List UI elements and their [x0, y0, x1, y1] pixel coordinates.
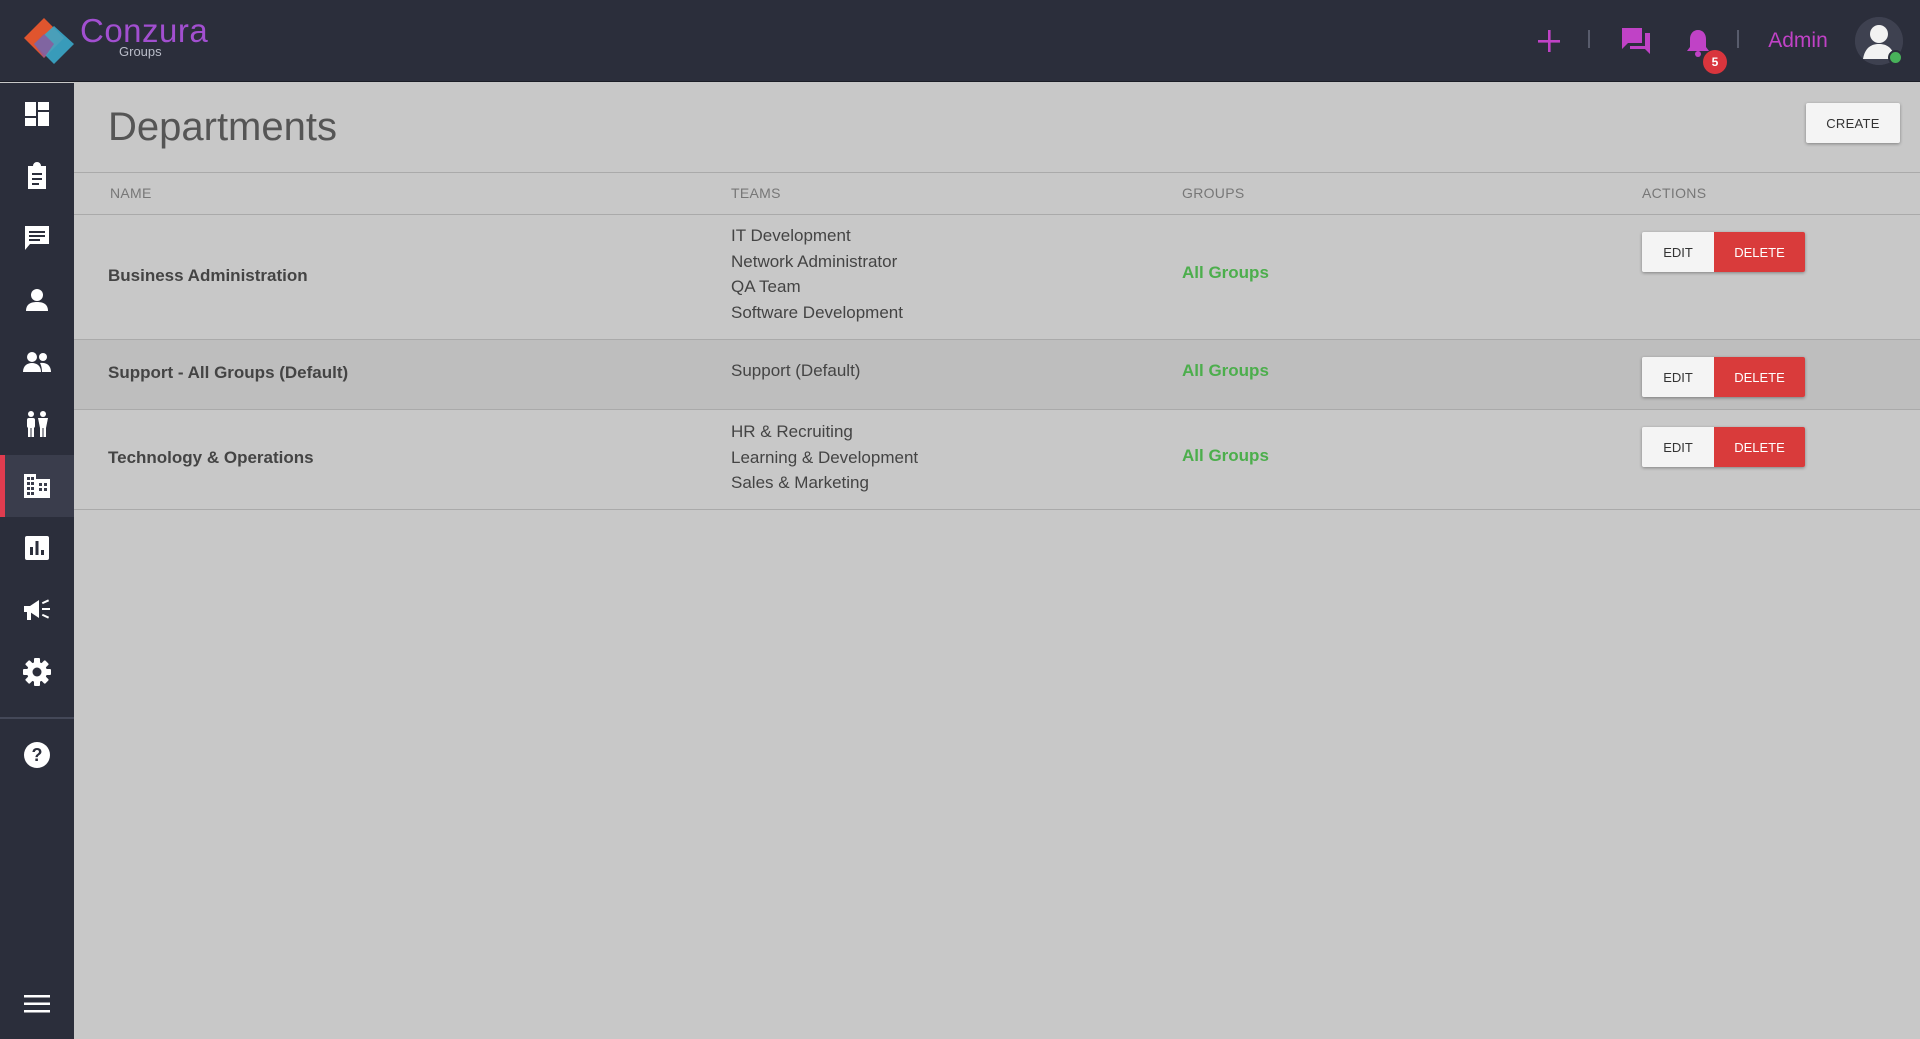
clipboard-icon [28, 162, 46, 189]
sidebar-item-settings[interactable] [0, 641, 74, 703]
plus-icon [1538, 30, 1560, 52]
department-name: Technology & Operations [108, 448, 314, 467]
team-item: IT Development [731, 226, 851, 245]
sidebar-item-messages[interactable] [0, 207, 74, 269]
admin-menu[interactable]: Admin [1766, 0, 1830, 82]
column-header-teams: TEAMS [731, 185, 781, 201]
add-button[interactable] [1533, 0, 1565, 82]
table-header: NAME TEAMS GROUPS ACTIONS [74, 172, 1920, 215]
logo-mark-icon [24, 18, 74, 64]
header-divider [1737, 30, 1739, 48]
sidebar-item-dashboard[interactable] [0, 83, 74, 145]
sidebar-item-users[interactable] [0, 269, 74, 331]
table-row: Technology & Operations HR & Recruiting … [74, 410, 1920, 510]
megaphone-icon [24, 599, 50, 620]
team-item: Support (Default) [731, 361, 861, 380]
sidebar-item-help[interactable]: ? [0, 724, 74, 786]
team-item: Sales & Marketing [731, 473, 869, 493]
app-logo[interactable]: Conzura Groups [20, 12, 240, 68]
sidebar-item-teams[interactable] [0, 331, 74, 393]
sidebar-divider [0, 717, 74, 719]
row-actions: EDIT DELETE [1642, 232, 1805, 272]
notifications-button[interactable]: 5 [1676, 0, 1727, 82]
menu-icon [24, 995, 50, 1013]
sidebar-item-departments[interactable] [0, 455, 74, 517]
header-divider [1588, 30, 1590, 48]
column-header-actions: ACTIONS [1642, 185, 1707, 201]
groups-value: All Groups [1182, 263, 1269, 282]
create-button[interactable]: CREATE [1806, 103, 1900, 143]
column-header-name: NAME [110, 185, 152, 201]
team-item: QA Team [731, 277, 801, 297]
user-label: Admin [1768, 29, 1828, 52]
row-actions: EDIT DELETE [1642, 427, 1805, 467]
team-item: Software Development [731, 302, 903, 322]
sidebar-item-people[interactable] [0, 393, 74, 455]
chat-icon [25, 226, 49, 250]
people-icon [27, 411, 48, 437]
delete-button[interactable]: DELETE [1714, 357, 1805, 397]
dashboard-icon [25, 102, 49, 126]
department-name: Business Administration [108, 266, 308, 285]
chat-bubbles-icon [1622, 28, 1650, 54]
department-name: Support - All Groups (Default) [108, 363, 349, 382]
departments-table: NAME TEAMS GROUPS ACTIONS Business Admin… [74, 172, 1920, 510]
sidebar-item-announcements[interactable] [0, 579, 74, 641]
team-item: HR & Recruiting [731, 422, 853, 441]
column-header-groups: GROUPS [1182, 185, 1245, 201]
team-list: HR & Recruiting Learning & Development S… [731, 419, 918, 496]
row-actions: EDIT DELETE [1642, 357, 1805, 397]
table-row: Support - All Groups (Default) Support (… [74, 340, 1920, 410]
building-icon [24, 474, 50, 498]
delete-button[interactable]: DELETE [1714, 232, 1805, 272]
messages-button[interactable] [1618, 0, 1654, 82]
team-item: Learning & Development [731, 447, 919, 467]
groups-value: All Groups [1182, 446, 1269, 465]
gear-icon [23, 658, 51, 686]
groups-value: All Groups [1182, 361, 1269, 380]
avatar[interactable] [1855, 17, 1903, 65]
edit-button[interactable]: EDIT [1642, 427, 1714, 467]
help-icon: ? [24, 742, 50, 768]
users-icon [23, 352, 51, 372]
chart-icon [25, 536, 49, 560]
sidebar-collapse-button[interactable] [0, 973, 74, 1035]
notification-badge: 5 [1703, 50, 1727, 74]
app-subtitle: Groups [119, 44, 162, 59]
page-title: Departments [108, 105, 337, 149]
main-content: Departments CREATE NAME TEAMS GROUPS ACT… [74, 83, 1920, 1039]
edit-button[interactable]: EDIT [1642, 232, 1714, 272]
user-icon [26, 289, 48, 311]
edit-button[interactable]: EDIT [1642, 357, 1714, 397]
top-bar: Conzura Groups 5 Admin [0, 0, 1920, 82]
sidebar: ? [0, 83, 74, 1039]
sidebar-item-reports[interactable] [0, 517, 74, 579]
online-status-dot [1888, 50, 1903, 65]
team-item: Network Administrator [731, 251, 898, 271]
svg-text:?: ? [32, 745, 43, 765]
sidebar-item-tasks[interactable] [0, 145, 74, 207]
team-list: IT Development Network Administrator QA … [731, 223, 903, 325]
table-row: Business Administration IT Development N… [74, 215, 1920, 340]
team-list: Support (Default) [731, 358, 860, 384]
delete-button[interactable]: DELETE [1714, 427, 1805, 467]
